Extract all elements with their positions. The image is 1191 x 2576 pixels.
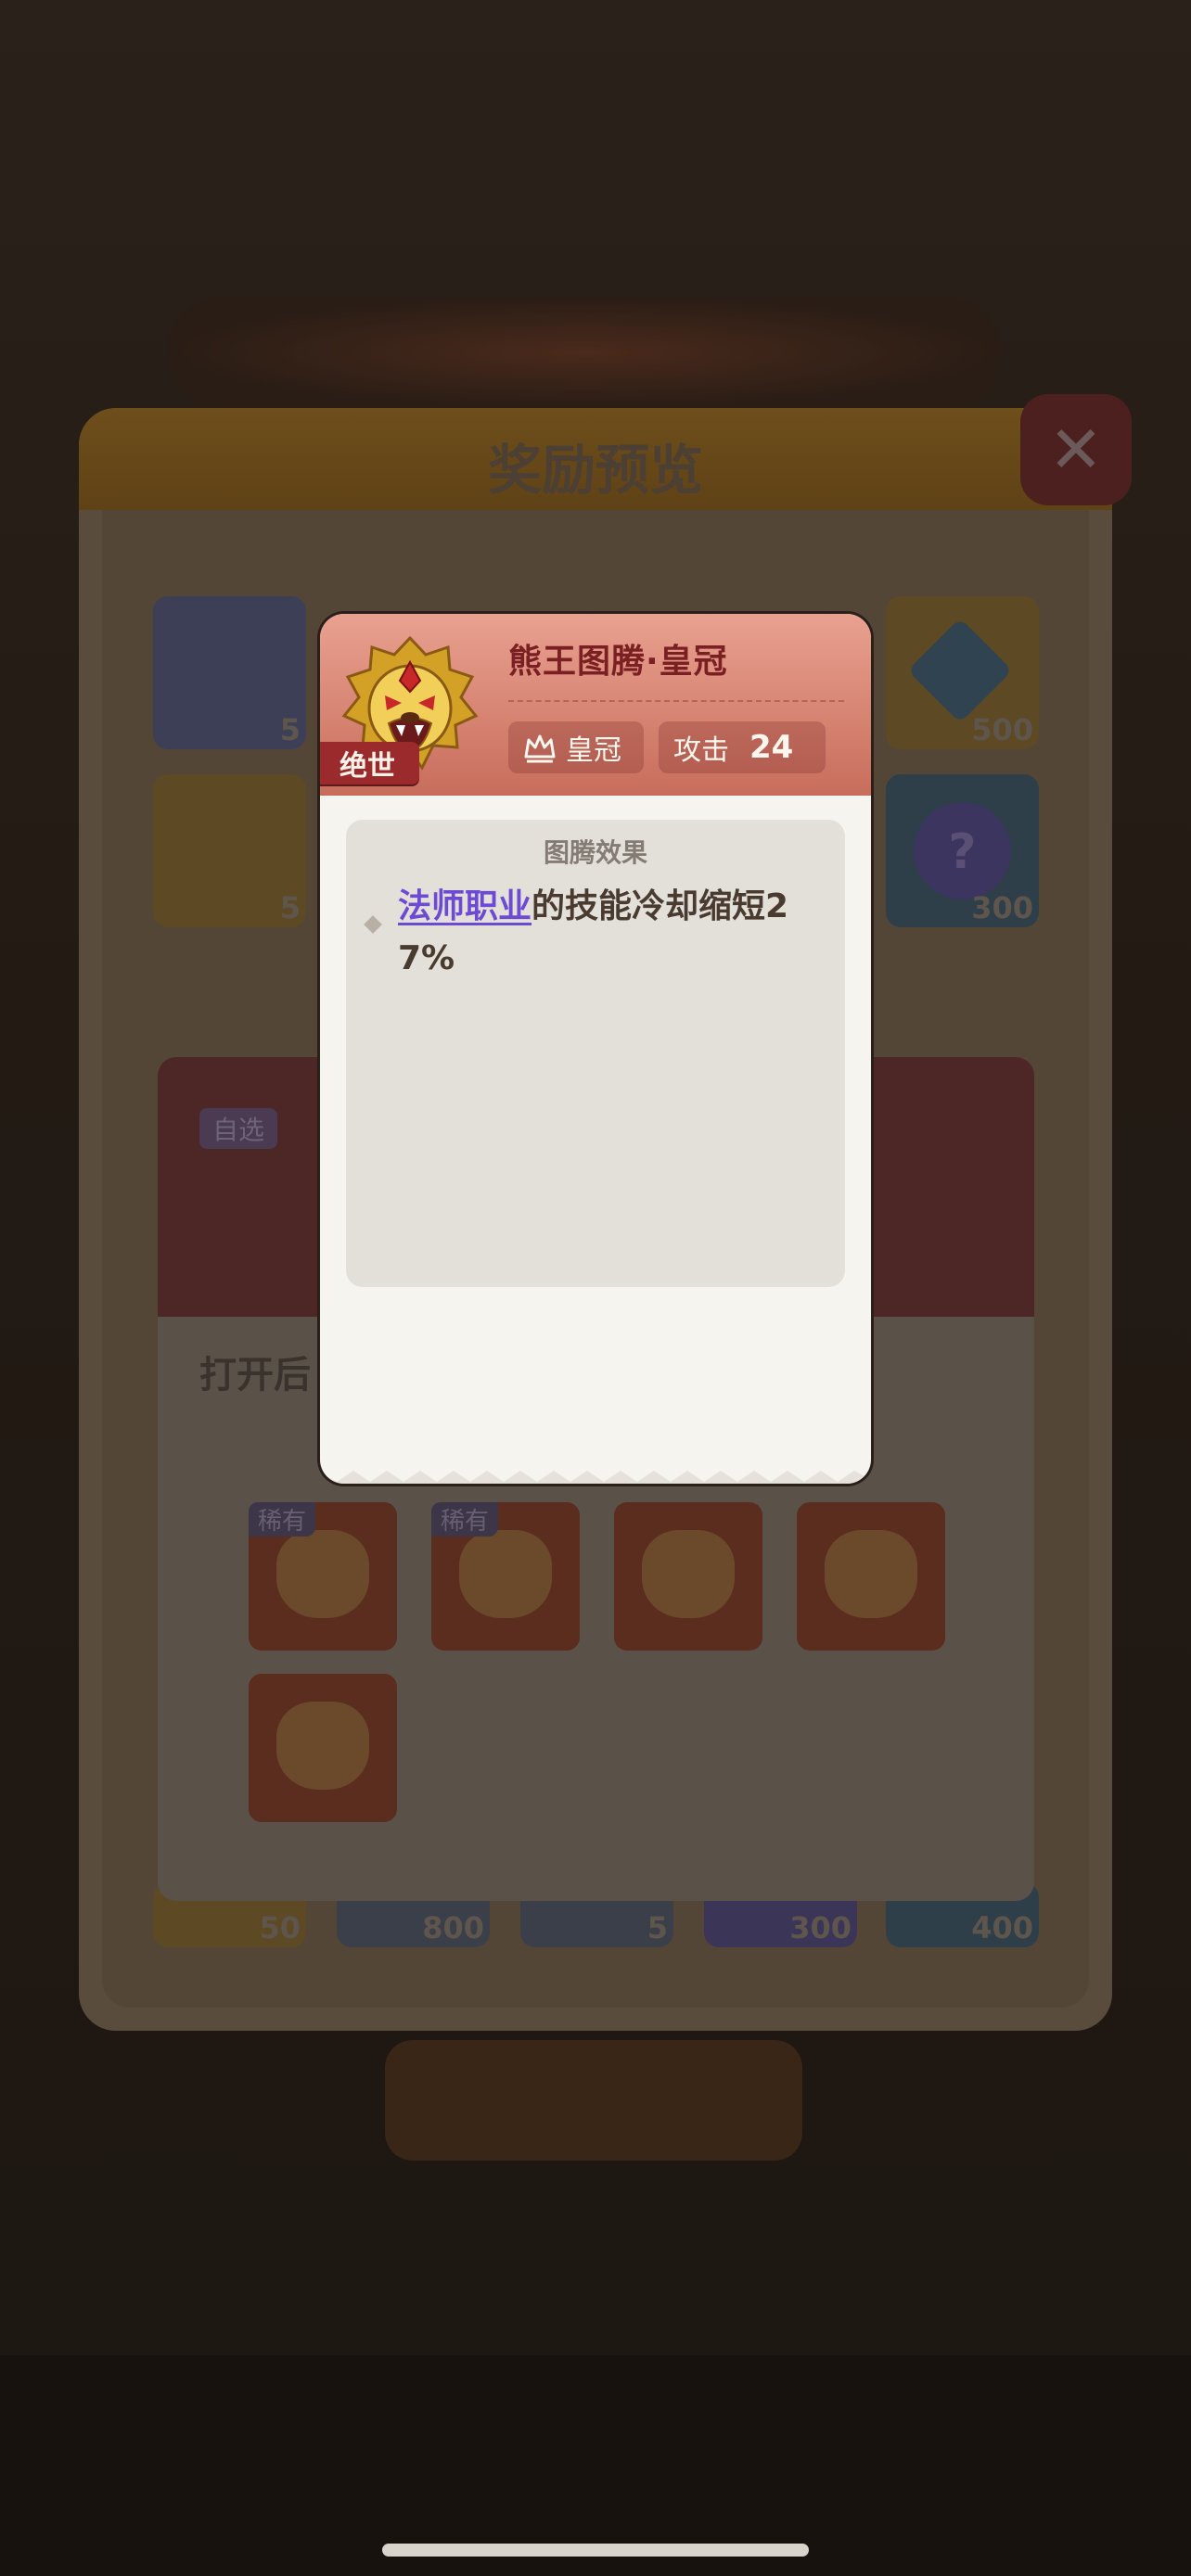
totem-item-fox-2[interactable] [797,1502,945,1651]
effect-title: 图腾效果 [543,837,647,868]
reward-count: 5 [279,712,301,747]
panel-title: 奖励预览 [487,439,703,502]
event-banner [167,297,1002,408]
reward-item-hero-card[interactable]: 5 [153,596,306,749]
bullet-icon [364,915,382,934]
reward-count: 50 [259,1910,301,1945]
totem-item-bear[interactable]: 稀有 [249,1502,397,1651]
totem-effect-box: 图腾效果 法师职业的技能冷却缩短27% [346,820,845,1287]
reward-item-spinning-top[interactable]: 5 [153,774,306,927]
key-orb-icon: ? [914,802,1011,899]
crown-type-chip: 皇冠 [508,721,644,773]
attack-chip: 攻击 24 [659,721,826,773]
totem-name: 熊王图腾·皇冠 [508,643,728,681]
close-icon: ✕ [1048,412,1104,488]
crown-label: 皇冠 [566,734,621,767]
fox-totem-icon [642,1530,735,1618]
totem-item-owl[interactable]: 稀有 [431,1502,580,1651]
reward-count: 5 [647,1910,668,1945]
reward-item-diamond[interactable]: 500 [886,596,1039,749]
optional-badge: 自选 [199,1108,278,1149]
winged-gem-icon [276,1702,369,1790]
owl-totem-icon [459,1530,552,1618]
totem-item-fox[interactable] [614,1502,762,1651]
reward-count: 500 [971,712,1033,747]
reward-count: 5 [279,890,301,925]
panel-header: 奖励预览 [79,408,1112,510]
header-divider [508,700,844,704]
reward-item-key-orb[interactable]: ? 300 [886,774,1039,927]
fox-totem-icon [825,1530,917,1618]
attack-label: 攻击 [673,734,729,767]
attack-value: 24 [749,729,794,766]
grade-badge: 绝世 [320,742,419,784]
reward-count: 800 [422,1910,484,1945]
reward-count: 300 [971,890,1033,925]
diamond-icon [907,618,1013,723]
reward-count: 400 [971,1910,1033,1945]
effect-description: 法师职业的技能冷却缩短27% [398,881,825,985]
close-button[interactable]: ✕ [1020,394,1132,505]
crown-icon [524,734,556,763]
popup-header: 绝世 熊王图腾·皇冠 皇冠 攻击 24 [320,614,871,796]
chest-card-text: 打开后 [199,1354,311,1396]
rare-badge: 稀有 [431,1502,499,1537]
background-action-button [385,2040,802,2161]
home-indicator[interactable] [382,2544,809,2557]
reward-count: 300 [789,1910,852,1945]
rare-badge: 稀有 [249,1502,316,1537]
torn-edge [320,1471,871,1484]
totem-item-wing[interactable] [249,1674,397,1822]
totem-detail-popup: 绝世 熊王图腾·皇冠 皇冠 攻击 24 图腾效果 法师职业的技能冷却缩短27% [320,614,871,1484]
bear-totem-icon [276,1530,369,1618]
class-highlight-link[interactable]: 法师职业 [398,887,531,925]
